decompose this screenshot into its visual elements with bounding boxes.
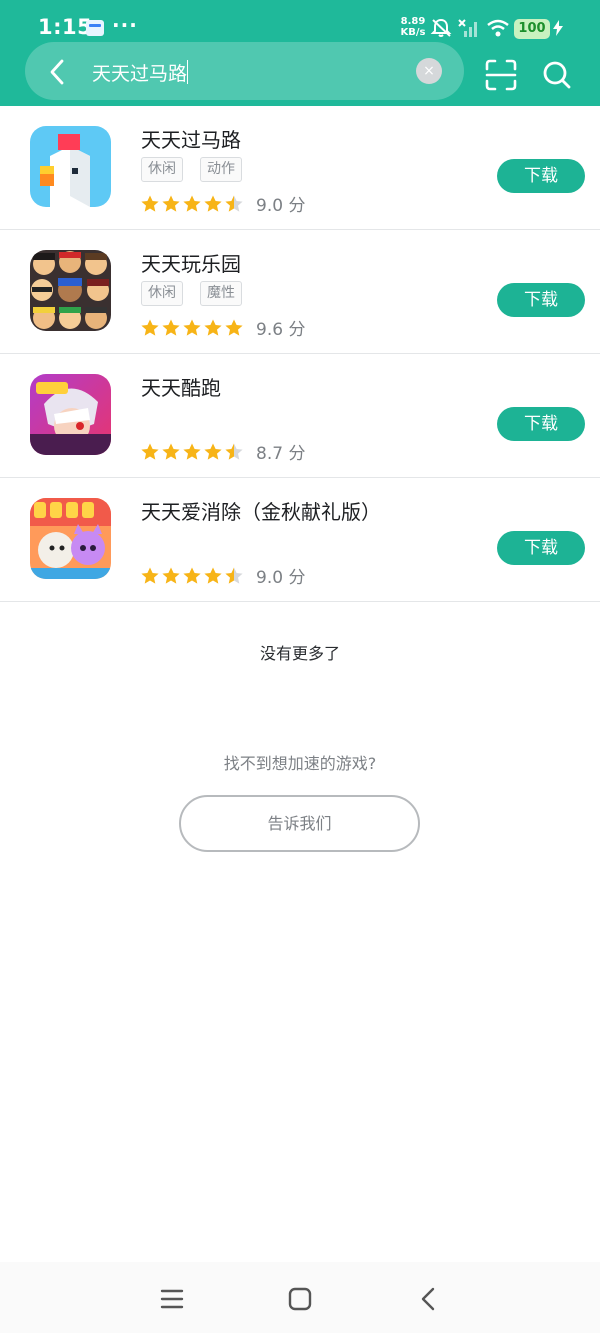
tag-group: 休闲 魔性 — [141, 281, 242, 306]
star-full-icon — [162, 443, 180, 460]
menu-icon[interactable] — [157, 1284, 187, 1314]
score-text: 9.0 分 — [256, 196, 306, 216]
no-more-text: 没有更多了 — [259, 644, 340, 663]
star-rating — [140, 566, 244, 586]
list-item[interactable]: 天天酷跑 8.7 分 下载 — [0, 354, 600, 478]
rating: 9.0 分 — [140, 191, 305, 216]
download-button[interactable]: 下载 — [497, 531, 585, 565]
cellular-signal-icon — [458, 19, 477, 37]
status-bar: 1:15 ··· 8.89 KB/s 100 — [0, 0, 600, 48]
download-button[interactable]: 下载 — [497, 159, 585, 193]
star-full-icon — [183, 319, 201, 336]
app-title: 天天爱消除（金秋献礼版） — [141, 500, 381, 524]
star-rating — [140, 442, 244, 462]
app-title: 天天酷跑 — [141, 376, 221, 400]
list-item[interactable]: 天天过马路 休闲 动作 9.0 分 下载 — [0, 106, 600, 230]
tag: 休闲 — [141, 281, 183, 306]
download-button[interactable]: 下载 — [497, 407, 585, 441]
star-full-icon — [204, 567, 222, 584]
star-full-icon — [183, 567, 201, 584]
result-list: 天天过马路 休闲 动作 9.0 分 下载 天天玩乐园 休闲 魔性 9.6 分 下… — [0, 106, 600, 602]
star-full-icon — [141, 443, 159, 460]
tag: 休闲 — [141, 157, 183, 182]
network-speed-unit: KB/s — [400, 27, 426, 38]
star-full-icon — [225, 319, 243, 336]
top-header: 1:15 ··· 8.89 KB/s 100 天天过马路 × — [0, 0, 600, 106]
star-rating — [140, 194, 244, 214]
star-full-icon — [162, 319, 180, 336]
star-half-icon — [225, 195, 243, 212]
list-item[interactable]: 天天玩乐园 休闲 魔性 9.6 分 下载 — [0, 230, 600, 354]
rating: 9.0 分 — [140, 563, 305, 588]
star-full-icon — [204, 195, 222, 212]
star-full-icon — [141, 195, 159, 212]
scan-icon[interactable] — [484, 58, 518, 92]
tag: 动作 — [200, 157, 242, 182]
search-icon[interactable] — [540, 58, 574, 92]
crowd-characters-icon — [30, 250, 111, 331]
message-notification-icon — [86, 20, 104, 36]
star-half-icon — [225, 443, 243, 460]
tag: 魔性 — [200, 281, 242, 306]
more-notifications-icon: ··· — [112, 13, 138, 37]
home-icon[interactable] — [285, 1284, 315, 1314]
back-icon[interactable] — [414, 1284, 444, 1314]
star-full-icon — [162, 567, 180, 584]
star-full-icon — [204, 319, 222, 336]
app-title: 天天过马路 — [141, 128, 241, 152]
star-full-icon — [141, 567, 159, 584]
score-text: 9.0 分 — [256, 568, 306, 588]
rating: 9.6 分 — [140, 315, 305, 340]
app-title: 天天玩乐园 — [141, 252, 241, 276]
star-full-icon — [204, 443, 222, 460]
search-input[interactable] — [92, 57, 392, 87]
sheep-and-cat-2025-icon — [30, 498, 111, 579]
score-text: 9.6 分 — [256, 320, 306, 340]
parkour-hero-icon — [30, 374, 111, 455]
download-button[interactable]: 下载 — [497, 283, 585, 317]
bell-muted-icon — [430, 18, 452, 37]
tag-group: 休闲 动作 — [141, 157, 242, 182]
system-navigation-bar — [0, 1262, 600, 1333]
network-speed: 8.89 KB/s — [398, 16, 428, 38]
star-full-icon — [162, 195, 180, 212]
rating: 8.7 分 — [140, 439, 305, 464]
back-arrow-icon — [50, 59, 64, 85]
star-full-icon — [183, 443, 201, 460]
star-half-icon — [225, 567, 243, 584]
score-text: 8.7 分 — [256, 444, 306, 464]
cant-find-text: 找不到想加速的游戏? — [223, 754, 377, 773]
text-cursor — [187, 60, 188, 84]
tell-us-button[interactable]: 告诉我们 — [179, 795, 420, 852]
star-full-icon — [183, 195, 201, 212]
star-full-icon — [141, 319, 159, 336]
network-speed-value: 8.89 — [400, 16, 426, 27]
status-time: 1:15 — [38, 15, 93, 39]
wifi-icon — [487, 19, 509, 37]
clear-search-button[interactable]: × — [416, 58, 442, 84]
battery-level: 100 — [514, 19, 550, 39]
star-rating — [140, 318, 244, 338]
back-button[interactable] — [40, 55, 74, 89]
charging-bolt-icon — [553, 20, 563, 36]
crossy-road-chicken-icon — [30, 126, 111, 207]
list-item[interactable]: 天天爱消除（金秋献礼版） 9.0 分 下载 — [0, 478, 600, 602]
